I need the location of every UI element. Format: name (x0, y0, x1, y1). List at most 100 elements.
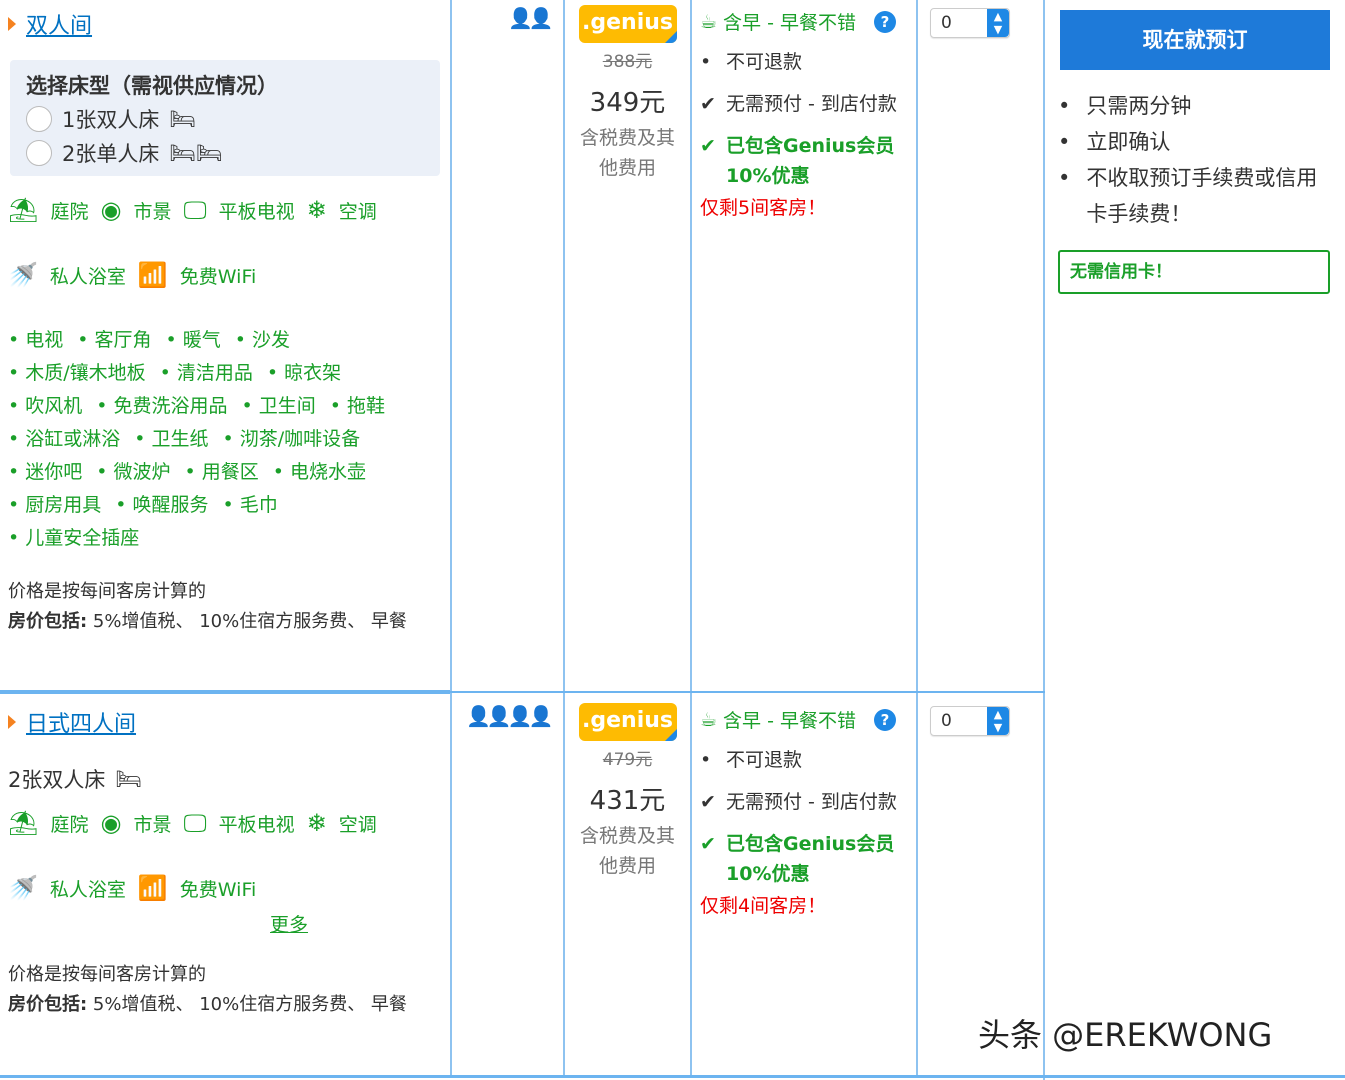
divider (916, 0, 918, 1076)
wifi-icon: 📶 (138, 261, 168, 289)
facility: 市景 (133, 810, 171, 837)
amenity: 儿童安全插座 (8, 527, 139, 549)
tv-icon: 🖵 (183, 196, 206, 224)
double-bed-icon: 🛏 (115, 767, 142, 792)
amenity: 客厅角 (77, 329, 151, 351)
price-note-line: 价格是按每间客房计算的 (8, 960, 438, 990)
row-divider (0, 690, 450, 694)
bed-type-selector: 选择床型（需视供应情况） 1张双人床🛏 2张单人床 🛏🛏 (10, 60, 440, 176)
row-divider (450, 691, 1045, 693)
room-name[interactable]: 双人间 (26, 8, 92, 40)
room-quantity-select[interactable]: 0 ▲▼ (930, 8, 1010, 38)
price-note: 价格是按每间客房计算的 房价包括: 5%增值税、 10%住宿方服务费、 早餐 (8, 577, 438, 637)
facility: 空调 (339, 810, 377, 837)
facility: 免费WiFi (180, 875, 256, 902)
breakfast-label: 含早 - 早餐不错 (723, 706, 856, 733)
help-icon[interactable]: ? (874, 709, 896, 731)
occupancy-icon: 👤👤👤👤 (466, 704, 550, 728)
bullet-icon: • (1058, 124, 1070, 160)
amenity: 微波炉 (96, 461, 170, 483)
single-beds-icon: 🛏🛏 (169, 141, 222, 166)
amenity: 毛巾 (223, 494, 278, 516)
bed-option-label: 1张双人床 (62, 104, 159, 134)
room-title-link[interactable]: 日式四人间 (8, 706, 136, 738)
quantity-value: 0 (941, 13, 952, 33)
condition: 无需预付 - 到店付款 (726, 89, 897, 119)
divider (450, 0, 452, 1076)
divider (1043, 0, 1045, 1080)
room-name[interactable]: 日式四人间 (26, 706, 136, 738)
amenity: 免费洗浴用品 (96, 395, 227, 417)
radio-button[interactable] (26, 140, 52, 166)
benefit: 只需两分钟 (1086, 88, 1191, 124)
genius-badge: .genius (579, 703, 677, 741)
check-icon: ✔ (700, 829, 716, 889)
triangle-icon (8, 17, 16, 31)
facilities-row: 🚿私人浴室 📶免费WiFi (8, 874, 256, 902)
price-includes: 5%增值税、 10%住宿方服务费、 早餐 (87, 611, 407, 632)
room-title-link[interactable]: 双人间 (8, 8, 92, 40)
amenity: 厨房用具 (8, 494, 101, 516)
bed-type-title: 选择床型（需视供应情况） (26, 70, 424, 100)
quantity-value: 0 (941, 711, 952, 731)
price-includes-label: 房价包括: (8, 994, 87, 1015)
current-price: 431元 (565, 780, 690, 817)
price-note-line: 价格是按每间客房计算的 (8, 577, 438, 607)
amenity: 浴缸或淋浴 (8, 428, 120, 450)
table-bottom (0, 1075, 1345, 1078)
condition: 不可退款 (726, 745, 802, 775)
bullet-icon: • (700, 47, 716, 77)
genius-discount: 已包含Genius会员10%优惠 (726, 131, 910, 191)
room-quantity-select[interactable]: 0 ▲▼ (930, 706, 1010, 736)
facilities-row: 🚿私人浴室 📶免费WiFi (8, 261, 256, 289)
facility: 空调 (339, 197, 377, 224)
condition: 不可退款 (726, 47, 802, 77)
bed-option-label: 2张单人床 (62, 138, 159, 168)
updown-chevron-icon: ▲▼ (987, 9, 1009, 37)
snowflake-icon: ❄ (307, 196, 327, 224)
help-icon[interactable]: ? (874, 11, 896, 33)
conditions-cell: ☕含早 - 早餐不错? •不可退款 ✔无需预付 - 到店付款 ✔已包含Geniu… (700, 8, 910, 220)
coffee-cup-icon: ☕ (700, 11, 717, 33)
benefit: 立即确认 (1086, 124, 1170, 160)
facilities-row: ⛱庭院 ◉市景 🖵平板电视 ❄空调 (8, 809, 377, 837)
coffee-cup-icon: ☕ (700, 709, 717, 731)
conditions-cell: ☕含早 - 早餐不错? •不可退款 ✔无需预付 - 到店付款 ✔已包含Geniu… (700, 706, 910, 918)
bed-option-twin[interactable]: 2张单人床 🛏🛏 (26, 138, 424, 168)
amenity: 沙发 (235, 329, 290, 351)
watermark: 头条 @EREKWONG (978, 1010, 1272, 1056)
amenity: 唤醒服务 (115, 494, 208, 516)
price-note: 价格是按每间客房计算的 房价包括: 5%增值税、 10%住宿方服务费、 早餐 (8, 960, 438, 1020)
facility: 庭院 (50, 810, 88, 837)
updown-chevron-icon: ▲▼ (987, 707, 1009, 735)
bullet-icon: • (700, 745, 716, 775)
current-price: 349元 (565, 82, 690, 119)
breakfast-label: 含早 - 早餐不错 (723, 8, 856, 35)
bullet-icon: • (1058, 160, 1070, 232)
benefit: 不收取预订手续费或信用卡手续费！ (1086, 160, 1328, 232)
wifi-icon: 📶 (138, 874, 168, 902)
amenity: 迷你吧 (8, 461, 82, 483)
amenity: 清洁用品 (160, 362, 253, 384)
amenity: 拖鞋 (330, 395, 385, 417)
amenity: 暖气 (166, 329, 221, 351)
snowflake-icon: ❄ (307, 809, 327, 837)
divider (690, 0, 692, 1076)
facility: 免费WiFi (180, 262, 256, 289)
original-price: 479元 (565, 745, 690, 770)
more-link[interactable]: 更多 (270, 910, 308, 937)
tv-icon: 🖵 (183, 809, 206, 837)
genius-discount: 已包含Genius会员10%优惠 (726, 829, 910, 889)
bed-label: 2张双人床 (8, 764, 105, 794)
rooms-left: 仅剩5间客房！ (700, 193, 910, 220)
book-now-button[interactable]: 现在就预订 (1060, 10, 1330, 70)
patio-icon: ⛱ (8, 196, 38, 224)
amenity: 晾衣架 (267, 362, 341, 384)
no-credit-card-badge: 无需信用卡！ (1058, 250, 1330, 294)
bed-option-double[interactable]: 1张双人床🛏 (26, 104, 424, 134)
radio-button[interactable] (26, 106, 52, 132)
price-includes: 5%增值税、 10%住宿方服务费、 早餐 (87, 994, 407, 1015)
eye-icon: ◉ (100, 196, 121, 224)
amenity: 木质/镶木地板 (8, 362, 146, 384)
facility: 市景 (133, 197, 171, 224)
